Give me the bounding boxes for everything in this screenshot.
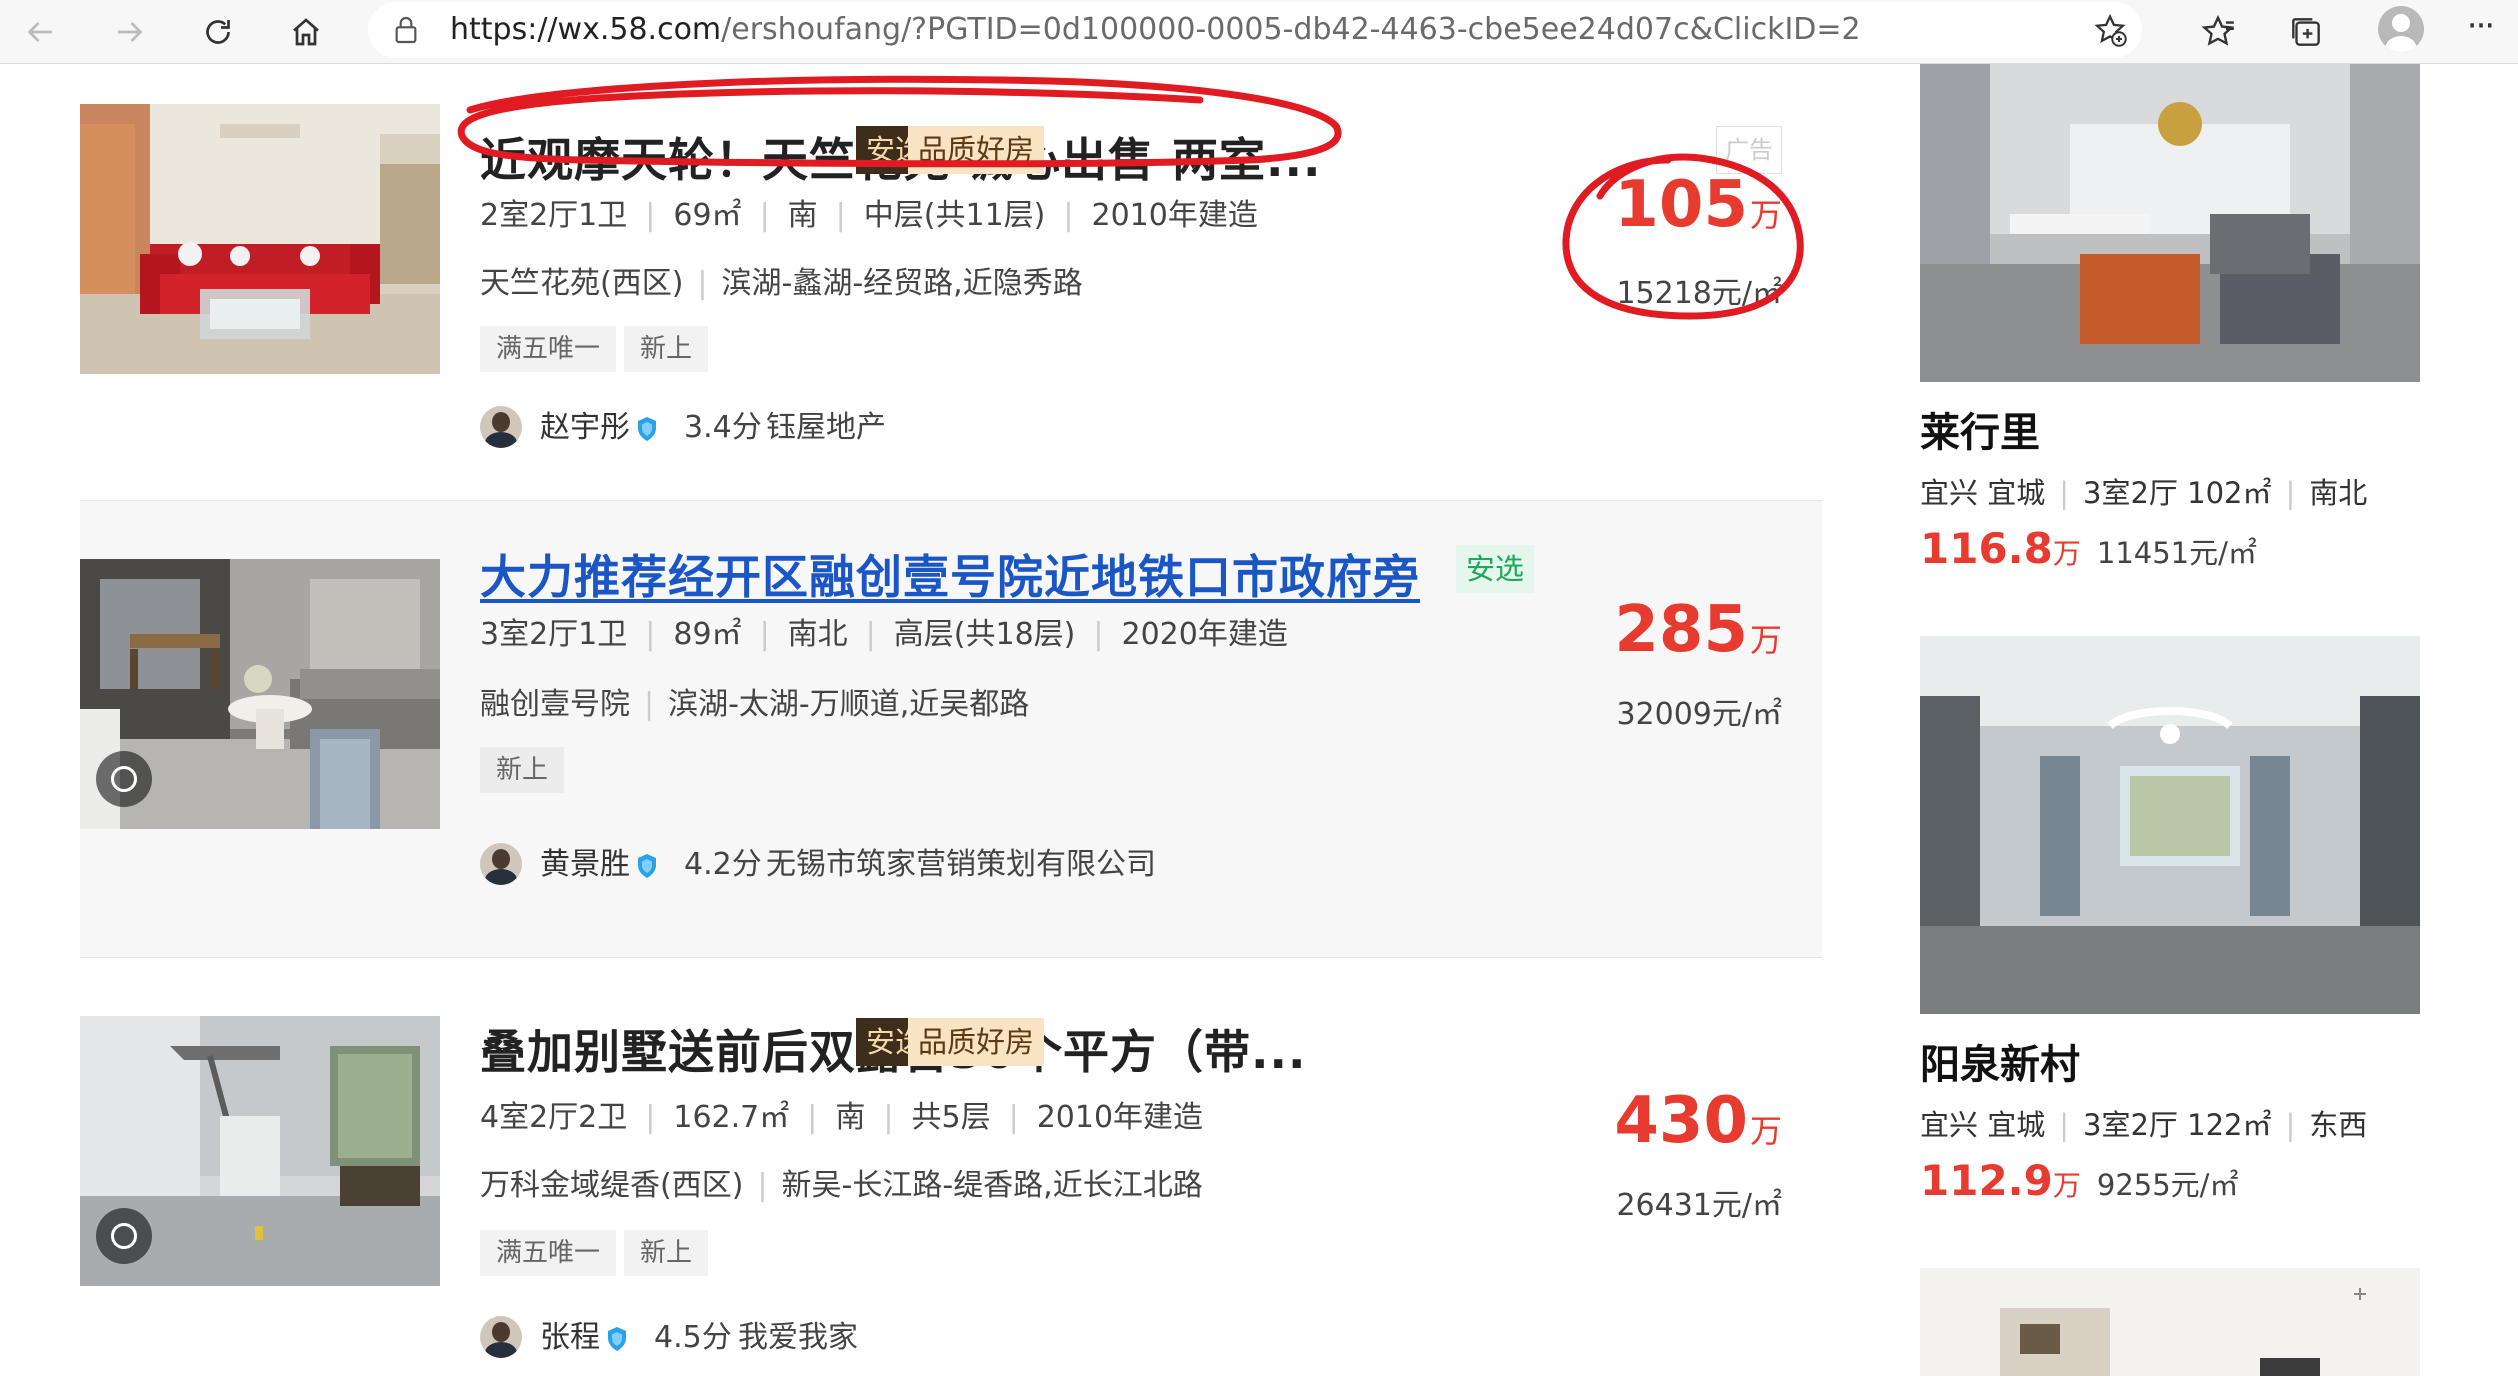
recommend-info: 宜兴 宜城 | 3室2厅 122㎡ | 东西 <box>1920 1108 2368 1142</box>
address-line: 万科金域缇香(西区) | 新吴-长江路-缇香路,近长江北路 <box>480 1168 1203 1203</box>
agent-score: 4.2分 <box>684 847 762 882</box>
location-text: 滨湖-太湖-万顺道,近吴都路 <box>668 687 1030 722</box>
more-menu-icon[interactable]: ··· <box>2460 8 2500 48</box>
recommend-orientation: 东西 <box>2309 1108 2368 1142</box>
floor-text: 中层(共11层) <box>863 198 1046 233</box>
browser-toolbar: https://wx.58.com/ershoufang/?PGTID=0d10… <box>0 0 2518 64</box>
ad-label: 广告 <box>1716 126 1782 174</box>
tag-chip: 新上 <box>480 747 565 793</box>
orientation-text: 南北 <box>787 617 848 652</box>
agent-name[interactable]: 赵宇彤 <box>540 406 630 450</box>
quality-badge: 品质好房 <box>908 126 1045 174</box>
agent-name[interactable]: 黄景胜 <box>540 843 630 887</box>
agent-name[interactable]: 张程 <box>540 1316 600 1360</box>
profile-avatar-icon[interactable] <box>2378 6 2424 52</box>
house-info: 3室2厅1卫 | 89㎡ | 南北 | 高层(共18层) | 2020年建造 <box>480 609 1288 653</box>
agent-avatar <box>480 1316 522 1358</box>
recommend-info: 宜兴 宜城 | 3室2厅 102㎡ | 南北 <box>1920 476 2368 510</box>
unit-price: 32009元/㎡ <box>1616 697 1782 732</box>
listing-card[interactable]: 近观摩天轮！天竺花苑 诚心出售 两室... 安选 品质好房 广告 2室2厅1卫 |… <box>80 64 1822 504</box>
location-text: 新吴-长江路-缇香路,近长江北路 <box>781 1168 1203 1203</box>
location-text: 滨湖-蠡湖-经贸路,近隐秀路 <box>721 266 1083 301</box>
listing-photo[interactable] <box>80 1016 440 1286</box>
orientation-text: 南 <box>787 198 818 233</box>
house-info: 4室2厅2卫 | 162.7㎡ | 南 | 共5层 | 2010年建造 <box>480 1092 1203 1136</box>
lock-icon[interactable] <box>390 14 422 46</box>
vr-view-icon[interactable] <box>96 1208 152 1264</box>
address-line: 天竺花苑(西区) | 滨湖-蠡湖-经贸路,近隐秀路 <box>480 266 1083 301</box>
quality-badge: 品质好房 <box>908 1018 1045 1066</box>
layout-text: 4室2厅2卫 <box>480 1100 628 1135</box>
community-link[interactable]: 万科金域缇香(西区) <box>480 1168 743 1203</box>
layout-text: 3室2厅1卫 <box>480 617 628 652</box>
forward-icon[interactable] <box>104 6 156 58</box>
total-price: 430万 <box>1614 1084 1782 1158</box>
build-year-text: 2020年建造 <box>1121 617 1288 652</box>
recommend-price: 116.8万 11451元/㎡ <box>1920 524 2257 573</box>
recommend-region: 宜兴 宜城 <box>1920 1108 2046 1142</box>
recommend-photo[interactable] <box>1920 1268 2420 1376</box>
agent-avatar <box>480 406 522 448</box>
layout-text: 2室2厅1卫 <box>480 198 628 233</box>
agent-score: 3.4分 <box>684 410 762 445</box>
area-text: 162.7㎡ <box>673 1100 790 1135</box>
tag-chip: 满五唯一 <box>480 1230 617 1276</box>
tag-chip: 新上 <box>624 326 709 372</box>
listing-card[interactable]: 叠加别墅送前后双露台30个平方（带... 安选 品质好房 4室2厅2卫|162.… <box>80 958 1822 1376</box>
tag-chip: 新上 <box>624 1230 709 1276</box>
anxuan-badge: 安选 <box>1456 545 1535 593</box>
recommend-layout: 3室2厅 122㎡ <box>2083 1108 2272 1142</box>
recommend-photo[interactable] <box>1920 64 2420 382</box>
unit-price: 26431元/㎡ <box>1616 1188 1782 1223</box>
recommend-name[interactable]: 莱行里 <box>1920 400 2040 458</box>
listing-card[interactable]: 大力推荐经开区融创壹号院近地铁口市政府旁 安选 3室2厅1卫 | 89㎡ | 南北 | 高层… <box>80 500 1822 958</box>
build-year-text: 2010年建造 <box>1091 198 1258 233</box>
orientation-text: 南 <box>835 1100 866 1135</box>
collections-icon[interactable] <box>2280 6 2332 58</box>
area-text: 69㎡ <box>673 198 742 233</box>
recommend-name[interactable]: 阳泉新村 <box>1920 1032 2080 1090</box>
listing-photo[interactable] <box>80 559 440 829</box>
verified-shield-icon <box>608 1327 626 1351</box>
floor-text: 共5层 <box>911 1100 991 1135</box>
agent-company: 无锡市筑家营销策划有限公司 <box>766 847 1156 882</box>
agent-company: 钰屋地产 <box>766 410 886 445</box>
verified-shield-icon <box>638 417 656 441</box>
recommend-orientation: 南北 <box>2309 476 2368 510</box>
url-text[interactable]: https://wx.58.com/ershoufang/?PGTID=0d10… <box>450 2 1861 58</box>
recommend-layout: 3室2厅 102㎡ <box>2083 476 2272 510</box>
area-text: 89㎡ <box>673 617 742 652</box>
floor-text: 高层(共18层) <box>893 617 1076 652</box>
community-link[interactable]: 融创壹号院 <box>480 687 630 722</box>
unit-price: 15218元/㎡ <box>1616 276 1782 311</box>
favorites-icon[interactable] <box>2192 6 2244 58</box>
vr-view-icon[interactable] <box>96 751 152 807</box>
build-year-text: 2010年建造 <box>1036 1100 1204 1135</box>
listing-title-link[interactable]: 大力推荐经开区融创壹号院近地铁口市政府旁 <box>480 541 1420 607</box>
recommend-region: 宜兴 宜城 <box>1920 476 2046 510</box>
tag-chip: 满五唯一 <box>480 326 617 372</box>
recommend-photo[interactable] <box>1920 636 2420 1014</box>
community-link[interactable]: 天竺花苑(西区) <box>480 266 683 301</box>
address-bar[interactable]: https://wx.58.com/ershoufang/?PGTID=0d10… <box>368 2 2142 58</box>
add-favorite-icon[interactable] <box>2092 12 2128 48</box>
verified-shield-icon <box>638 854 656 878</box>
home-icon[interactable] <box>280 6 332 58</box>
listing-photo[interactable] <box>80 104 440 374</box>
agent-company: 我爱我家 <box>738 1320 858 1355</box>
total-price: 285万 <box>1614 593 1782 667</box>
recommend-price: 112.9万 9255元/㎡ <box>1920 1156 2239 1205</box>
total-price: 105万 <box>1614 168 1782 242</box>
refresh-icon[interactable] <box>192 6 244 58</box>
agent-avatar <box>480 843 522 885</box>
agent-score: 4.5分 <box>654 1320 732 1355</box>
address-line: 融创壹号院 | 滨湖-太湖-万顺道,近吴都路 <box>480 687 1030 722</box>
back-icon[interactable] <box>14 6 66 58</box>
house-info: 2室2厅1卫 | 69㎡ | 南 | 中层(共11层) | 2010年建造 <box>480 190 1258 234</box>
